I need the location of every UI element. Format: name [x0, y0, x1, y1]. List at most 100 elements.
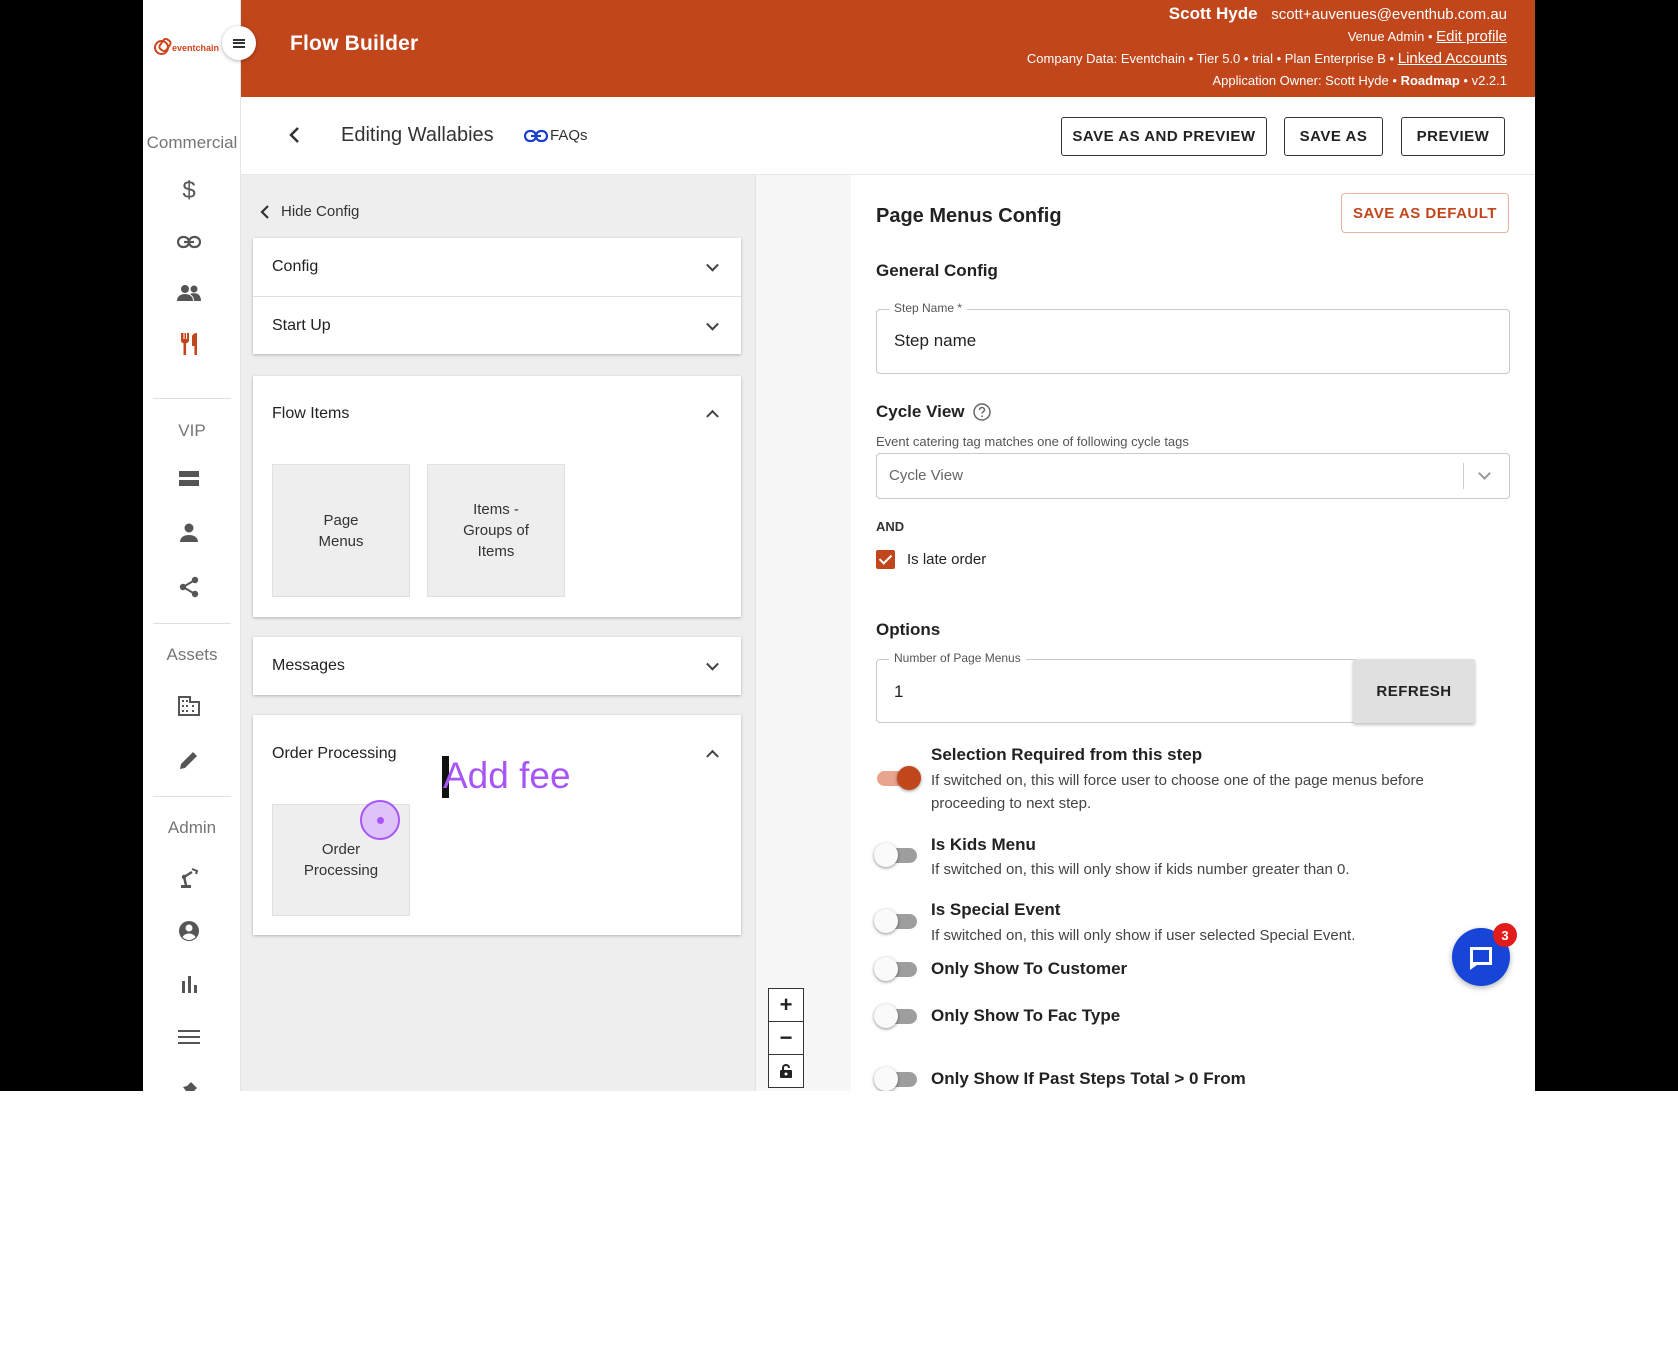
number-of-page-menus-input[interactable]: 1	[894, 682, 903, 702]
accordion-order-processing-label: Order Processing	[272, 745, 397, 762]
help-icon[interactable]	[972, 403, 991, 421]
share-icon[interactable]	[174, 572, 204, 602]
app-title: Flow Builder	[290, 32, 419, 55]
number-of-page-menus-field[interactable]: Number of Page Menus 1	[876, 651, 1366, 723]
toggle-knob	[874, 957, 898, 981]
late-order-checkbox[interactable]	[876, 550, 895, 569]
edit-profile-link[interactable]: Edit profile	[1436, 28, 1507, 45]
screen: eventchain Commercial $ VIP Assets Admin…	[0, 0, 1678, 1350]
sidebar-section-commercial: Commercial	[146, 133, 238, 152]
cycle-view-title: Cycle View	[876, 402, 965, 421]
save-as-button[interactable]: SAVE AS	[1284, 117, 1383, 156]
eventchain-logo[interactable]: eventchain	[154, 40, 219, 55]
toggle-only-show-to-fac-type[interactable]	[874, 1004, 917, 1028]
zoom-out-button[interactable]: −	[768, 1021, 804, 1055]
person-icon[interactable]	[174, 518, 204, 548]
pin-icon[interactable]	[174, 1075, 204, 1091]
user-role: Venue Admin	[1347, 29, 1425, 44]
toggle-is-special-event[interactable]	[874, 909, 917, 933]
storage-icon[interactable]	[174, 464, 204, 494]
flow-item-items-groups[interactable]: Items - Groups of Items	[427, 464, 565, 597]
accordion-messages-label: Messages	[272, 657, 345, 674]
accordion-flow-items[interactable]: Flow Items	[253, 376, 741, 452]
save-as-and-preview-button[interactable]: SAVE AS AND PREVIEW	[1061, 117, 1267, 156]
bar-chart-icon[interactable]	[174, 969, 204, 999]
faqs-link[interactable]: FAQs	[524, 127, 588, 144]
zoom-in-button[interactable]: +	[768, 988, 804, 1022]
sidebar-section-assets: Assets	[166, 645, 218, 664]
sidebar-section-vip: VIP	[178, 421, 206, 440]
is-special-event-desc: If switched on, this will only show if u…	[931, 927, 1356, 944]
linked-accounts-link[interactable]: Linked Accounts	[1398, 50, 1507, 67]
cycle-view-hint: Event catering tag matches one of follow…	[876, 434, 1189, 449]
company-data: Company Data: Eventchain • Tier 5.0 • tr…	[1026, 51, 1395, 66]
link-icon[interactable]	[174, 227, 204, 257]
chevron-down-icon	[706, 258, 719, 272]
faqs-label: FAQs	[550, 127, 588, 144]
sidebar-divider	[153, 796, 231, 797]
flow-canvas[interactable]: + −	[755, 175, 851, 1091]
accordion-flow-items-label: Flow Items	[272, 405, 350, 422]
chevron-up-icon	[706, 749, 719, 763]
link-icon	[524, 129, 548, 142]
panel-title: Page Menus Config	[876, 205, 1062, 227]
sidebar: eventchain Commercial $ VIP Assets Admin	[143, 0, 241, 1091]
accordion-start-up[interactable]: Start Up	[253, 296, 741, 354]
toggle-is-kids-menu[interactable]	[874, 843, 917, 867]
user-name: Scott Hyde	[1168, 4, 1258, 23]
hamburger-icon	[233, 38, 245, 48]
accordion-config-label: Config	[272, 258, 319, 275]
refresh-button[interactable]: REFRESH	[1353, 659, 1475, 723]
toggle-only-show-to-customer[interactable]	[874, 957, 917, 981]
step-name-input[interactable]: Step name	[894, 331, 976, 351]
save-as-default-button[interactable]: SAVE AS DEFAULT	[1341, 193, 1509, 233]
cycle-view-heading: Cycle View	[876, 402, 991, 422]
dollar-icon[interactable]: $	[174, 176, 204, 206]
accordion-messages[interactable]: Messages	[253, 637, 741, 695]
options-heading: Options	[876, 620, 941, 639]
config-startup-card: Config Start Up	[253, 238, 741, 354]
step-name-field[interactable]: Step Name * Step name	[876, 301, 1510, 374]
letterbox-right	[1535, 0, 1678, 1091]
hide-config-button[interactable]: Hide Config	[259, 203, 359, 220]
toggle-knob	[874, 843, 898, 867]
robot-arm-icon[interactable]	[174, 863, 204, 893]
chevron-up-icon	[706, 409, 719, 423]
letterbox-left	[0, 0, 143, 1091]
chat-notification-badge: 3	[1493, 923, 1517, 947]
preview-button[interactable]: PREVIEW	[1401, 117, 1505, 156]
toggle-selection-required[interactable]	[877, 766, 921, 790]
flow-items-card: Flow Items Page Menus Items - Groups of …	[253, 376, 741, 617]
menu-toggle-button[interactable]	[222, 26, 256, 60]
toggle-knob	[874, 1067, 898, 1091]
toggle-only-show-if-past-steps[interactable]	[874, 1067, 917, 1091]
sidebar-divider	[153, 398, 231, 399]
list-icon[interactable]	[174, 1022, 204, 1052]
lock-button[interactable]	[768, 1054, 804, 1088]
chevron-down-icon	[706, 317, 719, 331]
app-owner: Application Owner: Scott Hyde •	[1212, 73, 1397, 88]
flow-item-page-menus[interactable]: Page Menus	[272, 464, 410, 597]
messages-card: Messages	[253, 637, 741, 695]
pencil-icon[interactable]	[174, 745, 204, 775]
app-window: eventchain Commercial $ VIP Assets Admin…	[143, 0, 1535, 1091]
user-email: scott+auvenues@eventhub.com.au	[1271, 6, 1507, 23]
toggle-knob	[874, 1004, 898, 1028]
and-label: AND	[876, 519, 905, 534]
sidebar-section-admin: Admin	[167, 818, 217, 837]
chevron-left-icon	[260, 204, 269, 219]
selection-required-title: Selection Required from this step	[931, 745, 1203, 764]
building-icon[interactable]	[174, 691, 204, 721]
accordion-config[interactable]: Config	[253, 238, 741, 296]
logo-text: eventchain	[172, 42, 220, 53]
typed-text-overlay: Add fee	[443, 755, 571, 796]
restaurant-icon[interactable]	[174, 329, 204, 359]
group-icon[interactable]	[174, 278, 204, 308]
cycle-view-select[interactable]: Cycle View	[876, 453, 1510, 499]
select-separator	[1463, 463, 1464, 489]
account-circle-icon[interactable]	[174, 916, 204, 946]
roadmap-link[interactable]: Roadmap	[1401, 73, 1460, 88]
number-of-page-menus-label: Number of Page Menus	[889, 651, 1026, 665]
step-name-label: Step Name *	[889, 301, 968, 315]
back-button[interactable]	[283, 123, 307, 147]
